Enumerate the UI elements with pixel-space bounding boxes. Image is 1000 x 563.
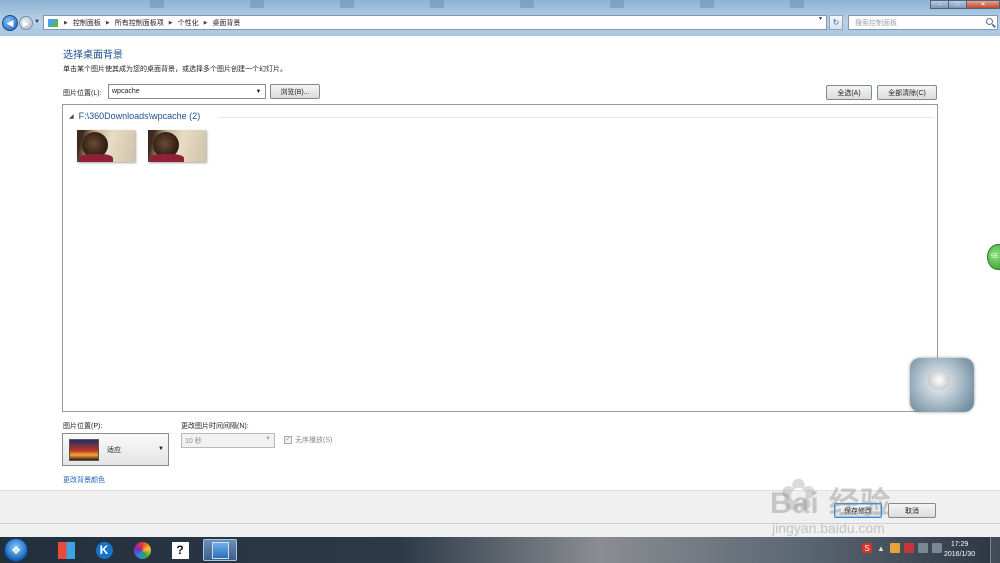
clock-date: 2016/1/30 (944, 551, 976, 558)
taskbar-app-help[interactable]: ? (163, 539, 197, 561)
titlebar-ghost (430, 0, 444, 8)
search-icon[interactable] (986, 18, 993, 25)
picture-position-select[interactable]: 适应 ▼ (62, 433, 169, 466)
chevron-right-icon[interactable]: ▶ (106, 20, 110, 26)
watermark-url: jingyan.baidu.com (772, 520, 885, 536)
interval-label: 更改图片时间间隔(N): (181, 423, 249, 430)
taskbar: ❖ K ? S ▲ 17:29 2016/1/30 (0, 537, 1000, 563)
collapse-triangle-icon[interactable]: ◢ (69, 113, 74, 120)
color-wheel-icon (133, 541, 151, 559)
group-divider (218, 117, 934, 118)
titlebar-ghost (790, 0, 804, 8)
taskbar-app-k[interactable]: K (87, 539, 121, 561)
wallpaper-gallery[interactable]: ◢ F:\360Downloads\wpcache (2) (62, 104, 938, 412)
monitor-icon (211, 541, 229, 559)
wallpaper-thumbnail[interactable] (77, 130, 135, 162)
group-header[interactable]: ◢ F:\360Downloads\wpcache (2) (69, 111, 200, 121)
select-all-button[interactable]: 全选(A) (826, 85, 872, 100)
picture-position-value: 适应 (107, 446, 121, 454)
picture-location-label: 图片位置(L): (63, 90, 102, 97)
recent-pages-dropdown[interactable]: ▼ (34, 19, 40, 25)
picture-location-select[interactable]: wpcache ▼ (108, 84, 266, 99)
close-button[interactable]: ✕ (966, 0, 1000, 9)
search-input[interactable]: 搜索控制面板 (848, 15, 998, 30)
tray-expand-icon[interactable]: ▲ (876, 543, 886, 553)
chevron-right-icon[interactable]: ▶ (64, 20, 68, 26)
checkbox-check-icon[interactable]: ✓ (284, 436, 292, 444)
page-title: 选择桌面背景 (63, 50, 123, 61)
search-placeholder: 搜索控制面板 (855, 19, 897, 27)
refresh-icon: ↻ (832, 18, 840, 27)
back-button[interactable]: ◀ (2, 15, 18, 31)
baidu-watermark: ✿ Bai 经验 jingyan.baidu.com (760, 470, 1000, 540)
shuffle-checkbox[interactable]: ✓ 无序播放(S) (284, 435, 332, 445)
titlebar-ghost (610, 0, 624, 8)
titlebar-ghost (700, 0, 714, 8)
interval-value: 10 秒 (185, 437, 202, 445)
change-background-color-link[interactable]: 更改背景颜色 (63, 475, 105, 485)
picture-location-value: wpcache (112, 88, 140, 95)
chevron-down-icon[interactable]: ▼ (254, 87, 263, 97)
maximize-button[interactable]: □ (948, 0, 967, 9)
browse-button[interactable]: 浏览(B)... (270, 84, 320, 99)
main-content: 选择桌面背景 单击某个图片使其成为您的桌面背景，或选择多个图片创建一个幻灯片。 … (0, 36, 1000, 490)
start-button[interactable]: ❖ (4, 538, 28, 562)
sogou-ime-icon[interactable]: S (862, 543, 872, 553)
chevron-down-icon[interactable]: ▼ (158, 446, 164, 452)
clear-all-button[interactable]: 全部清除(C) (877, 85, 937, 100)
refresh-button[interactable]: ↻ (829, 15, 843, 30)
window-controls: – □ ✕ (930, 0, 1000, 9)
chevron-right-icon[interactable]: ▶ (169, 20, 173, 26)
show-desktop-button[interactable] (990, 537, 1000, 563)
arrow-right-icon: ▶ (22, 18, 30, 28)
breadcrumb-control-panel[interactable]: 控制面板 (73, 18, 101, 28)
tiles-icon (57, 541, 75, 559)
wallpaper-thumbnail[interactable] (148, 130, 206, 162)
control-panel-icon (48, 18, 58, 27)
help-icon: ? (171, 541, 189, 559)
minimize-button[interactable]: – (930, 0, 949, 9)
taskbar-app-control-panel[interactable] (203, 539, 237, 561)
page-description: 单击某个图片使其成为您的桌面背景，或选择多个图片创建一个幻灯片。 (63, 66, 287, 73)
titlebar-ghost (150, 0, 164, 8)
clock-time: 17:29 (950, 541, 969, 548)
address-dropdown-icon[interactable]: ▼ (818, 16, 823, 22)
titlebar-ghost (520, 0, 534, 8)
shuffle-label: 无序播放(S) (295, 437, 333, 444)
arrow-left-icon: ◀ (6, 17, 14, 28)
breadcrumb-desktop-background[interactable]: 桌面背景 (212, 18, 240, 28)
user-icon[interactable] (890, 543, 900, 553)
titlebar-ghost (250, 0, 264, 8)
interval-select[interactable]: 10 秒 ▼ (181, 433, 275, 448)
monitor-icon[interactable] (918, 543, 928, 553)
window-chrome: – □ ✕ ◀ ▶ ▼ ▶ 控制面板 ▶ 所有控制面板项 ▶ 个性化 ▶ 桌面背… (0, 0, 1000, 36)
windows-logo-icon: ❖ (11, 544, 21, 557)
forward-button[interactable]: ▶ (19, 16, 33, 30)
speaker-icon[interactable] (932, 543, 942, 553)
flag-icon[interactable] (904, 543, 914, 553)
group-header-label: F:\360Downloads\wpcache (2) (78, 111, 201, 121)
chevron-right-icon[interactable]: ▶ (204, 20, 208, 26)
position-preview-image (69, 438, 99, 461)
address-bar[interactable]: ▶ 控制面板 ▶ 所有控制面板项 ▶ 个性化 ▶ 桌面背景 (43, 15, 827, 30)
clock[interactable]: 17:29 2016/1/30 (944, 540, 975, 560)
watermark-brand: Bai 经验 (770, 487, 892, 520)
chevron-down-icon: ▼ (265, 436, 271, 442)
breadcrumb-personalization[interactable]: 个性化 (178, 18, 199, 28)
titlebar-ghost (340, 0, 354, 8)
breadcrumb-all-items[interactable]: 所有控制面板项 (115, 18, 164, 28)
k-icon: K (95, 541, 113, 559)
taskbar-app-color[interactable] (125, 539, 159, 561)
picture-position-label: 图片位置(P): (63, 423, 103, 430)
system-tray: S ▲ (862, 543, 946, 553)
desktop-gadget[interactable] (910, 358, 974, 412)
taskbar-app-tiles[interactable] (49, 539, 83, 561)
